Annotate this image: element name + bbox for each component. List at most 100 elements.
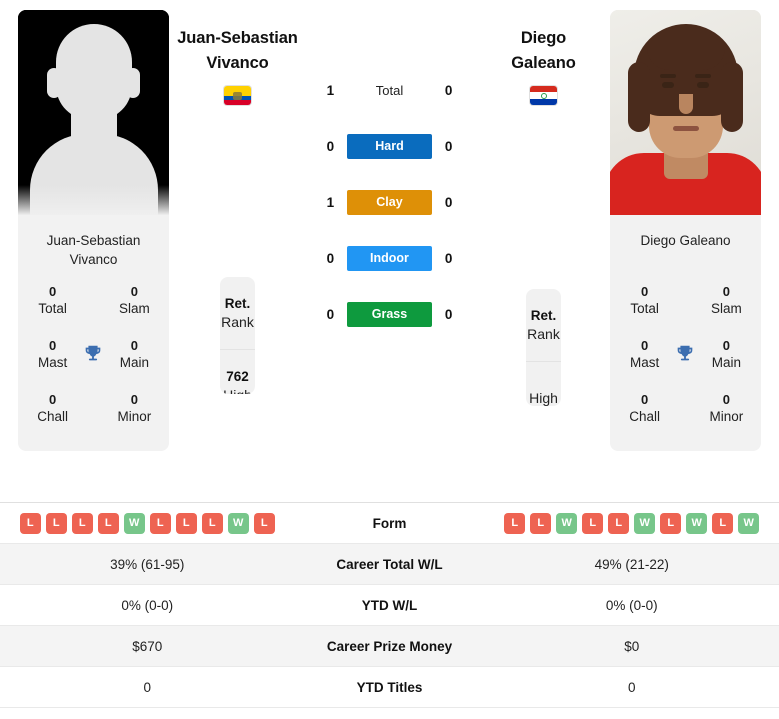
surface-value-left: 0	[326, 306, 335, 322]
stat-value: 0	[641, 337, 649, 353]
rank-card-left: Ret. Rank 762 High 33 Age Plays	[220, 277, 255, 395]
surface-titles-comparison: 1 Total 0 0 Hard 0 1 Clay 0 0 Indoor 0 0	[306, 0, 473, 342]
stat-value: 0	[130, 337, 138, 353]
surface-row-grass: 0 Grass 0	[320, 286, 460, 342]
stat-value: 0	[641, 283, 649, 299]
surface-label-grass[interactable]: Grass	[347, 301, 432, 327]
titles-row: 0 Total 0 Slam	[26, 273, 161, 327]
title-stat-mast-left: 0 Mast	[26, 337, 79, 372]
stat-label: Main	[119, 354, 149, 370]
stat-value-right: 0	[627, 679, 636, 695]
stat-label: Slam	[710, 300, 742, 316]
surface-value-left: 1	[326, 82, 335, 98]
player-comparison-page: Juan-Sebastian Vivanco 0 Total 0 Slam 0	[0, 0, 779, 719]
form-badge-loss: L	[660, 512, 682, 534]
form-badge-loss: L	[608, 512, 630, 534]
surface-row-clay: 1 Clay 0	[320, 174, 460, 230]
form-badge-win: W	[227, 512, 249, 534]
stat-label: Minor	[117, 408, 152, 424]
surface-label-indoor[interactable]: Indoor	[347, 245, 432, 271]
stat-value-right: 49% (21-22)	[594, 556, 669, 572]
title-stat-mast-right: 0 Mast	[618, 337, 671, 372]
form-badge-loss: L	[712, 512, 734, 534]
stat-value-left: 39% (61-95)	[110, 556, 185, 572]
player-card-right[interactable]: Diego Galeano 0 Total 0 Slam 0 Mast 0 Ma…	[610, 10, 761, 451]
player-photo-left	[18, 10, 169, 215]
title-stat-slam-right: 0 Slam	[700, 283, 753, 318]
titles-row: 0 Mast 0 Main	[26, 327, 161, 381]
stat-value: 0	[641, 391, 649, 407]
paraguay-flag-icon	[530, 86, 557, 105]
stat-value: 0	[49, 391, 57, 407]
stat-label-ytd-wl: YTD W/L	[361, 597, 418, 613]
form-badges-left: LLLLWLLLWL	[0, 512, 295, 534]
stat-row-form: LLLLWLLLWL Form LLWLLWLWLW	[0, 503, 779, 544]
rank-label: Rank	[527, 325, 560, 342]
photo-placeholder-silhouette	[18, 10, 169, 215]
rank-label: Rank	[221, 313, 254, 330]
surface-label-clay[interactable]: Clay	[347, 189, 432, 215]
stat-value-right: 0% (0-0)	[605, 597, 658, 613]
form-badge-loss: L	[201, 512, 223, 534]
comparison-header: Juan-Sebastian Vivanco 0 Total 0 Slam 0	[0, 0, 779, 500]
surface-value-right: 0	[444, 138, 453, 154]
surface-value-left: 1	[326, 194, 335, 210]
stat-label: Chall	[629, 408, 660, 424]
form-badge-loss: L	[175, 512, 197, 534]
stat-label-form: Form	[372, 515, 407, 531]
title-stat-slam-left: 0 Slam	[108, 283, 161, 318]
trophy-icon	[671, 343, 700, 365]
title-stat-chall-right: 0 Chall	[618, 391, 671, 426]
surface-row-total: 1 Total 0	[320, 62, 460, 118]
form-badge-win: W	[123, 512, 145, 534]
surface-value-left: 0	[326, 250, 335, 266]
player-name-line1: Juan-Sebastian	[177, 29, 298, 47]
player-name-left[interactable]: Juan-Sebastian Vivanco	[177, 26, 298, 76]
rank-value: Ret.	[224, 295, 251, 311]
stat-value: 0	[49, 337, 57, 353]
form-badge-loss: L	[149, 512, 171, 534]
surface-row-hard: 0 Hard 0	[320, 118, 460, 174]
stat-row-ytd-wl: 0% (0-0) YTD W/L 0% (0-0)	[0, 585, 779, 626]
player-card-left[interactable]: Juan-Sebastian Vivanco 0 Total 0 Slam 0	[18, 10, 169, 451]
rank-value: Ret.	[530, 307, 557, 323]
form-badge-loss: L	[253, 512, 275, 534]
stat-label: Total	[38, 300, 67, 316]
titles-row: 0 Mast 0 Main	[618, 327, 753, 381]
surface-value-right: 0	[444, 306, 453, 322]
title-stat-minor-left: 0 Minor	[108, 391, 161, 426]
stat-row-career-total-wl: 39% (61-95) Career Total W/L 49% (21-22)	[0, 544, 779, 585]
player-name-line1: Diego	[520, 29, 567, 47]
titles-row: 0 Chall 0 Minor	[26, 381, 161, 435]
stat-value-left: $670	[132, 638, 163, 654]
stat-value: 0	[130, 283, 138, 299]
title-stat-chall-left: 0 Chall	[26, 391, 79, 426]
stat-label-career-total-wl: Career Total W/L	[336, 556, 443, 572]
surface-value-right: 0	[444, 250, 453, 266]
form-badge-loss: L	[45, 512, 67, 534]
title-stat-total-left: 0 Total	[26, 283, 79, 318]
player-name-right[interactable]: Diego Galeano	[511, 26, 576, 76]
player-photo-right	[610, 10, 761, 215]
player-name-line2: Galeano	[511, 54, 576, 72]
surface-value-left: 0	[326, 138, 335, 154]
player-name-line2: Vivanco	[206, 54, 269, 72]
player-card-name-left: Juan-Sebastian Vivanco	[46, 233, 141, 267]
form-badge-win: W	[686, 512, 708, 534]
title-stat-main-left: 0 Main	[108, 337, 161, 372]
rank-row-rank-left: Ret. Rank	[220, 277, 255, 350]
form-badge-loss: L	[97, 512, 119, 534]
titles-row: 0 Total 0 Slam	[618, 273, 753, 327]
surface-label-hard[interactable]: Hard	[347, 133, 432, 159]
titles-grid-left: 0 Total 0 Slam 0 Mast 0 Main 0 Chall 0 M…	[18, 269, 169, 451]
titles-row: 0 Chall 0 Minor	[618, 381, 753, 435]
rank-card-right: Ret. Rank High 31 Age Plays	[526, 289, 561, 406]
stat-value: 0	[722, 391, 730, 407]
stat-value-left: 0	[143, 679, 151, 695]
surface-label-total: Total	[375, 82, 404, 98]
stat-value-right: $0	[624, 638, 640, 654]
rank-row-high-left: 762 High	[220, 350, 254, 395]
stat-label-career-prize-money: Career Prize Money	[326, 638, 453, 654]
form-badge-loss: L	[504, 512, 526, 534]
rank-value: 762	[226, 368, 249, 384]
